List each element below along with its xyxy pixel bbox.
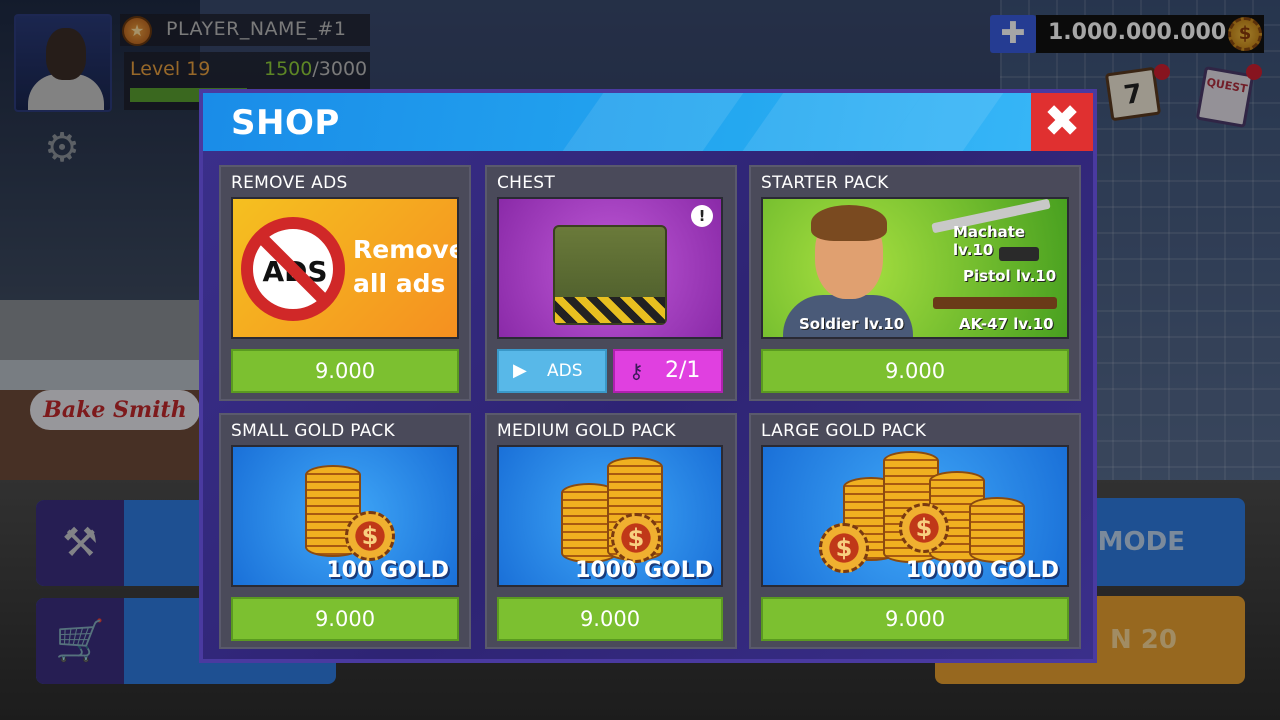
large-gold-art: $ $ 10000 GOLD bbox=[761, 445, 1069, 587]
no-ads-icon: ADS bbox=[241, 217, 345, 321]
large-gold-pack-card: LARGE GOLD PACK $ $ 10000 GOLD 9.000 bbox=[749, 413, 1081, 649]
ads-label: ADS bbox=[547, 361, 583, 381]
remove-ads-card: REMOVE ADS ADS Remove all ads 9.000 bbox=[219, 165, 471, 401]
machete-label: Machate lv.10 bbox=[953, 223, 1026, 259]
starter-pack-art: Machate lv.10 Pistol lv.10 AK-47 lv.10 S… bbox=[761, 197, 1069, 339]
key-icon: ⚷ bbox=[629, 359, 644, 383]
small-gold-pack-card: SMALL GOLD PACK $ 100 GOLD 9.000 bbox=[219, 413, 471, 649]
shop-body: REMOVE ADS ADS Remove all ads 9.000 CHES… bbox=[203, 151, 1093, 659]
chest-icon bbox=[553, 225, 667, 325]
close-button[interactable]: ✖ bbox=[1031, 93, 1093, 151]
large-gold-buy-button[interactable]: 9.000 bbox=[761, 597, 1069, 641]
header-stripe bbox=[562, 93, 744, 151]
small-gold-buy-button[interactable]: 9.000 bbox=[231, 597, 459, 641]
small-gold-art: $ 100 GOLD bbox=[231, 445, 459, 587]
remove-ads-art: ADS Remove all ads bbox=[231, 197, 459, 339]
medium-gold-art: $ 1000 GOLD bbox=[497, 445, 723, 587]
shop-modal: SHOP ✖ REMOVE ADS ADS Remove all ads 9.0… bbox=[199, 89, 1097, 663]
dollar-coin-icon: $ bbox=[345, 511, 395, 561]
soldier-label: Soldier lv.10 bbox=[799, 315, 905, 333]
gold-amount: 100 GOLD bbox=[326, 558, 449, 583]
gold-amount: 1000 GOLD bbox=[575, 558, 713, 583]
ak47-label: AK-47 lv.10 bbox=[959, 315, 1054, 333]
shop-title: SHOP bbox=[231, 103, 340, 143]
starter-pack-buy-button[interactable]: 9.000 bbox=[761, 349, 1069, 393]
play-icon: ▶ bbox=[513, 360, 527, 381]
dollar-coin-icon: $ bbox=[611, 513, 661, 563]
medium-gold-pack-card: MEDIUM GOLD PACK $ 1000 GOLD 9.000 bbox=[485, 413, 737, 649]
open-with-key-button[interactable]: ⚷ 2/1 bbox=[613, 349, 723, 393]
gold-amount: 10000 GOLD bbox=[905, 558, 1059, 583]
caption-line: Remove bbox=[353, 235, 459, 264]
card-title: MEDIUM GOLD PACK bbox=[497, 421, 676, 441]
remove-ads-caption: Remove all ads bbox=[353, 233, 459, 301]
pistol-label: Pistol lv.10 bbox=[963, 267, 1057, 285]
dollar-coin-icon: $ bbox=[899, 503, 949, 553]
watch-ads-button[interactable]: ▶ ADS bbox=[497, 349, 607, 393]
ak47-icon bbox=[933, 297, 1057, 309]
card-title: LARGE GOLD PACK bbox=[761, 421, 927, 441]
coin-stack bbox=[969, 497, 1025, 563]
chest-card: CHEST ! ▶ ADS ⚷ 2/1 bbox=[485, 165, 737, 401]
medium-gold-buy-button[interactable]: 9.000 bbox=[497, 597, 723, 641]
key-count: 2/1 bbox=[665, 358, 701, 383]
card-title: STARTER PACK bbox=[761, 173, 889, 193]
shop-header: SHOP ✖ bbox=[203, 93, 1093, 151]
card-title: SMALL GOLD PACK bbox=[231, 421, 395, 441]
card-title: REMOVE ADS bbox=[231, 173, 348, 193]
chest-hazard-stripe bbox=[555, 297, 665, 323]
remove-ads-buy-button[interactable]: 9.000 bbox=[231, 349, 459, 393]
soldier-hair bbox=[811, 205, 887, 241]
card-title: CHEST bbox=[497, 173, 556, 193]
dollar-coin-icon: $ bbox=[819, 523, 869, 573]
chest-art: ! bbox=[497, 197, 723, 339]
alert-icon[interactable]: ! bbox=[691, 205, 713, 227]
caption-line: all ads bbox=[353, 269, 446, 298]
starter-pack-card: STARTER PACK Machate lv.10 Pistol lv.10 … bbox=[749, 165, 1081, 401]
